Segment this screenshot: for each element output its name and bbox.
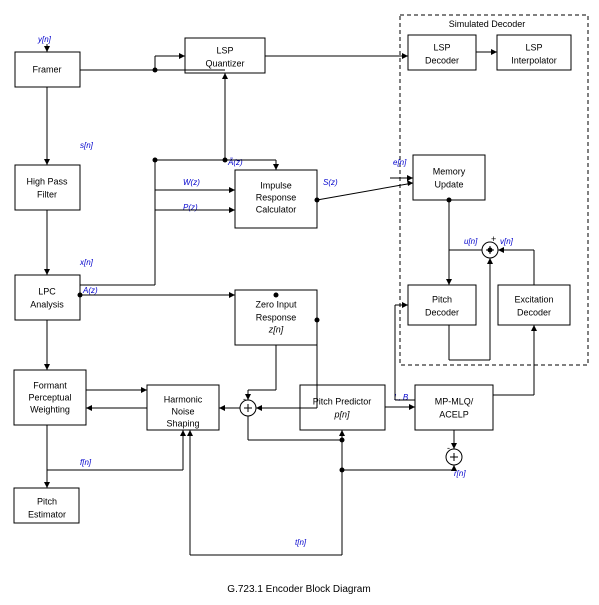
pitch-decoder-label: Pitch (432, 294, 452, 304)
junction-dot-11 (340, 468, 345, 473)
excitation-decoder-block (498, 285, 570, 325)
memory-update-block (413, 155, 485, 200)
zero-input-label: Zero Input (255, 299, 297, 309)
svg-text:Estimator: Estimator (28, 509, 66, 519)
svg-text:z[n]: z[n] (268, 324, 284, 334)
diagram-caption: G.723.1 Encoder Block Diagram (227, 584, 370, 595)
excitation-decoder-label: Excitation (514, 294, 553, 304)
fn-label: f[n] (80, 458, 92, 467)
svg-text:Perceptual: Perceptual (28, 392, 71, 402)
svg-text:Interpolator: Interpolator (511, 55, 557, 65)
lsp-interpolator-label: LSP (525, 42, 542, 52)
svg-text:Quantizer: Quantizer (205, 58, 244, 68)
svg-text:Decoder: Decoder (425, 307, 459, 317)
diagram-container: Simulated Decoder Framer High Pass Filte… (0, 0, 599, 605)
svg-text:Update: Update (434, 179, 463, 189)
sn-label: s[n] (80, 141, 94, 150)
svg-text:Filter: Filter (37, 189, 57, 199)
svg-text:p[n]: p[n] (333, 409, 350, 419)
harmonic-noise-label: Harmonic (164, 394, 203, 404)
formant-weighting-label: Formant (33, 380, 67, 390)
pitch-decoder-block (408, 285, 476, 325)
lsp-quantizer-label: LSP (216, 45, 233, 55)
junction-dot-6 (274, 293, 279, 298)
un-label: u[n] (464, 237, 478, 246)
xn-label: x[n] (79, 258, 94, 267)
simulated-decoder-label: Simulated Decoder (449, 19, 526, 29)
svg-text:Noise: Noise (171, 406, 194, 416)
pz-label: P(z) (183, 203, 198, 212)
pitch-predictor-label: Pitch Predictor (313, 396, 372, 406)
junction-dot-7 (340, 438, 345, 443)
junction-dot-5 (315, 318, 320, 323)
az-label: A(z) (82, 286, 98, 295)
svg-text:-: - (447, 443, 450, 453)
wz-label: W(z) (183, 178, 200, 187)
lsp-decoder-label: LSP (433, 42, 450, 52)
vn-label: v[n] (500, 237, 514, 246)
high-pass-filter-block (15, 165, 80, 210)
lb-label: L, B (394, 393, 409, 402)
junction-dot-3 (223, 158, 228, 163)
en-label: e[n] (393, 158, 407, 167)
svg-text:Weighting: Weighting (30, 404, 70, 414)
svg-text:Calculator: Calculator (256, 204, 297, 214)
svg-text:Shaping: Shaping (166, 418, 199, 428)
junction-dot-9 (447, 198, 452, 203)
impulse-response-label: Impulse (260, 180, 292, 190)
junction-dot-1 (153, 68, 158, 73)
lpc-analysis-block (15, 275, 80, 320)
svg-text:Decoder: Decoder (425, 55, 459, 65)
junction-dot-8 (488, 248, 493, 253)
memory-update-label: Memory (433, 166, 466, 176)
junction-dot-10 (78, 293, 83, 298)
junction-dot-4 (315, 198, 320, 203)
high-pass-filter-label: High Pass (26, 176, 68, 186)
lpc-analysis-label: LPC (38, 286, 56, 296)
svg-text:Analysis: Analysis (30, 299, 64, 309)
framer-label: Framer (33, 64, 62, 74)
svg-text:+: + (491, 234, 496, 244)
svg-text:ACELP: ACELP (439, 409, 469, 419)
mp-mlq-label: MP-MLQ/ (435, 396, 474, 406)
az-tilde-label: Ã(z) (227, 158, 243, 167)
svg-text:Response: Response (256, 192, 297, 202)
pitch-estimator-label: Pitch (37, 496, 57, 506)
svg-text:Decoder: Decoder (517, 307, 551, 317)
junction-dot-2 (153, 158, 158, 163)
tn-label: t[n] (295, 538, 307, 547)
svg-text:-: - (243, 394, 246, 404)
svg-text:Response: Response (256, 312, 297, 322)
yn-label: y[n] (37, 35, 52, 44)
mp-mlq-block (415, 385, 493, 430)
sz-label: S(z) (323, 178, 338, 187)
